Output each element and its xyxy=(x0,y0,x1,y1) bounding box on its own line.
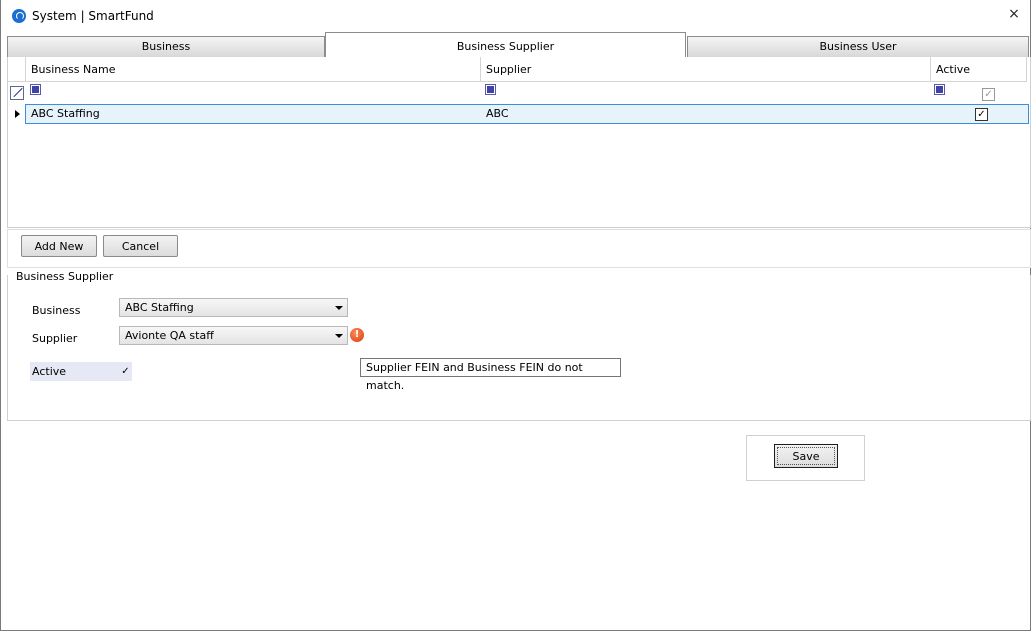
business-select-value: ABC Staffing xyxy=(125,301,194,314)
validation-tooltip: Supplier FEIN and Business FEIN do not m… xyxy=(360,358,621,392)
business-select[interactable]: ABC Staffing xyxy=(119,298,348,317)
close-icon[interactable]: × xyxy=(1006,6,1022,22)
active-label: Active xyxy=(32,365,67,378)
tab-business-supplier[interactable]: Business Supplier xyxy=(325,32,686,58)
row-pointer-icon xyxy=(15,110,20,118)
cell-supplier: ABC xyxy=(486,107,509,120)
column-header-active[interactable]: Active xyxy=(931,57,1027,82)
filter-business-name-icon[interactable] xyxy=(30,84,41,95)
app-icon xyxy=(12,9,26,23)
filter-active-checkbox[interactable]: ✓ xyxy=(982,88,995,101)
add-new-button[interactable]: Add New xyxy=(21,235,97,257)
active-checkbox[interactable]: ✓ xyxy=(120,366,131,377)
table-row[interactable]: ABC Staffing ABC ✓ xyxy=(25,104,1029,124)
business-supplier-group xyxy=(7,275,1031,421)
row-header-corner xyxy=(8,57,26,82)
group-title: Business Supplier xyxy=(15,270,115,283)
supplier-grid: Business Name Supplier Active ✓ ABC Staf… xyxy=(7,57,1031,228)
business-label: Business xyxy=(32,304,81,317)
title-bar: System | SmartFund × xyxy=(1,0,1030,32)
save-button[interactable]: Save xyxy=(774,444,838,468)
filter-edit-icon[interactable] xyxy=(10,86,24,100)
tab-business[interactable]: Business xyxy=(7,36,325,58)
tab-business-user[interactable]: Business User xyxy=(687,36,1029,58)
cell-active-checkbox[interactable]: ✓ xyxy=(975,108,988,121)
dropdown-arrow-icon[interactable] xyxy=(335,334,343,338)
supplier-select[interactable]: Avionte QA staff xyxy=(119,326,348,345)
filter-active-icon[interactable] xyxy=(934,84,945,95)
cancel-button[interactable]: Cancel xyxy=(103,235,178,257)
filter-supplier-icon[interactable] xyxy=(485,84,496,95)
active-field: Active ✓ xyxy=(30,362,132,381)
column-header-business-name[interactable]: Business Name xyxy=(26,57,481,82)
supplier-label: Supplier xyxy=(32,332,78,345)
action-bar: Add New Cancel xyxy=(7,229,1031,268)
save-panel: Save xyxy=(746,435,865,481)
tab-strip: Business Business Supplier Business User xyxy=(7,32,1029,58)
cell-business-name: ABC Staffing xyxy=(31,107,100,120)
dropdown-arrow-icon[interactable] xyxy=(335,306,343,310)
main-window: System | SmartFund × Business Business S… xyxy=(0,0,1031,631)
error-icon[interactable]: ! xyxy=(350,328,364,342)
column-header-supplier[interactable]: Supplier xyxy=(481,57,931,82)
supplier-select-value: Avionte QA staff xyxy=(125,329,214,342)
window-title: System | SmartFund xyxy=(32,9,154,23)
